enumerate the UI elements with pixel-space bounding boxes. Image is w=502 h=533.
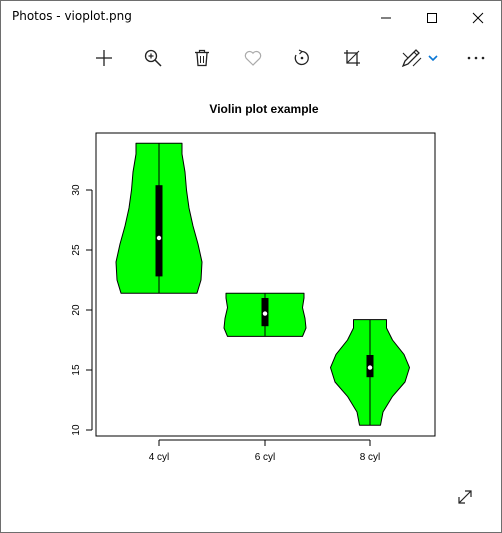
rotate-icon: [294, 49, 309, 66]
y-tick-label: 15: [71, 364, 82, 376]
maximize-button[interactable]: [409, 1, 455, 34]
plus-icon: [96, 50, 112, 66]
y-tick-label: 30: [71, 184, 82, 196]
zoom-button[interactable]: [141, 34, 165, 82]
more-button[interactable]: [462, 34, 490, 82]
more-icon: [467, 56, 485, 60]
violin-plot-image: Violin plot example 10 15 20 25 30 4 cyl 6 cy…: [71, 102, 436, 463]
minimize-icon: [381, 17, 391, 18]
title-bar: Photos - vioplot.png: [1, 1, 501, 34]
chevron-down-icon: [428, 55, 438, 62]
toolbar: [1, 34, 501, 82]
violin-box: [155, 185, 163, 277]
edit-dropdown-button[interactable]: [426, 34, 440, 82]
x-tick-label: 8 cyl: [360, 452, 381, 463]
delete-button[interactable]: [190, 34, 214, 82]
heart-icon: [244, 50, 262, 66]
zoom-in-icon: [144, 49, 162, 67]
fullscreen-button[interactable]: [455, 487, 475, 507]
window-title: Photos - vioplot.png: [12, 9, 132, 23]
chart-title: Violin plot example: [209, 102, 318, 116]
favorite-button[interactable]: [241, 34, 265, 82]
y-tick-label: 25: [71, 244, 82, 256]
violins: [115, 142, 410, 426]
trash-icon: [195, 49, 209, 67]
crop-button[interactable]: [340, 34, 364, 82]
crop-icon: [344, 50, 360, 66]
maximize-icon: [427, 12, 437, 23]
y-tick-label: 20: [71, 304, 82, 316]
minimize-button[interactable]: [363, 1, 409, 34]
close-icon: [472, 12, 484, 23]
rotate-button[interactable]: [290, 34, 314, 82]
close-button[interactable]: [455, 1, 501, 34]
violin-median: [156, 235, 162, 241]
violin-median: [262, 311, 268, 316]
photos-window: Photos - vioplot.png Violin plot example…: [0, 0, 502, 533]
image-viewer: Violin plot example 10 15 20 25 30 4 cyl 6 cy…: [1, 82, 501, 532]
y-tick-label: 10: [71, 424, 82, 436]
x-tick-label: 6 cyl: [255, 452, 276, 463]
expand-icon: [458, 490, 472, 504]
x-tick-label: 4 cyl: [149, 452, 170, 463]
edit-draw-icon: [401, 49, 422, 68]
y-axis: 10 15 20 25 30: [71, 184, 93, 436]
add-button[interactable]: [91, 34, 117, 82]
x-axis: 4 cyl 6 cyl 8 cyl: [149, 439, 381, 463]
edit-button[interactable]: [399, 34, 425, 82]
violin-median: [367, 365, 373, 370]
